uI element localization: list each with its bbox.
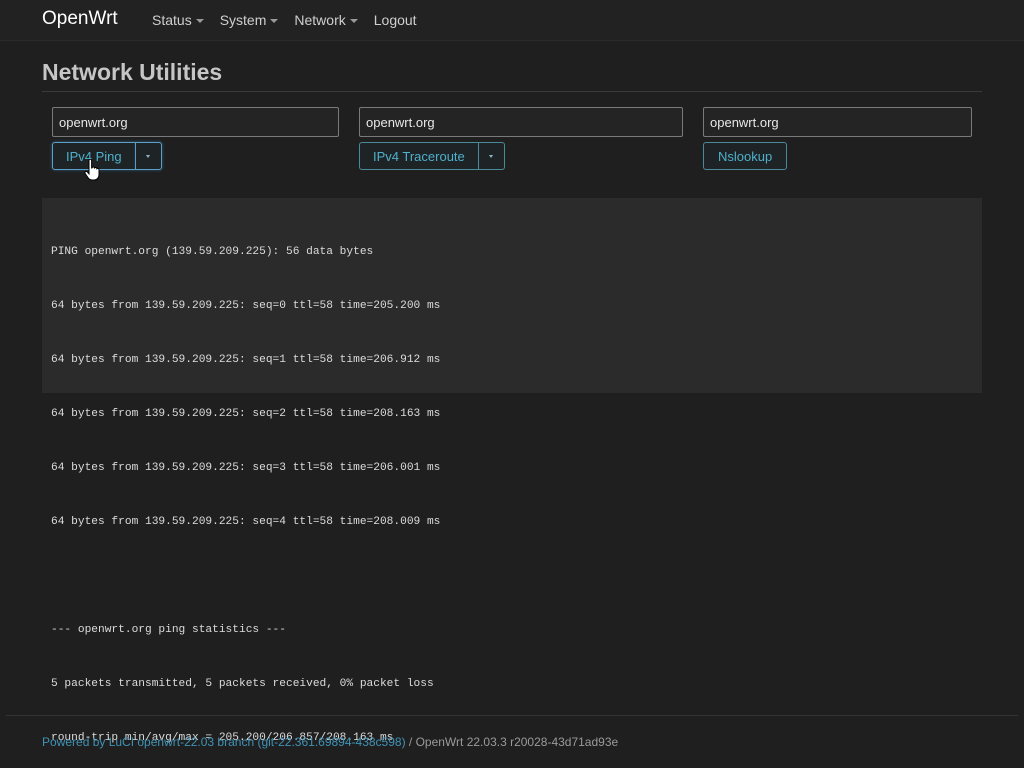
ipv4-traceroute-button[interactable]: IPv4 Traceroute	[359, 142, 479, 170]
nav-item-label: Logout	[373, 12, 417, 28]
nav-item-network[interactable]: Network	[294, 12, 358, 28]
output-line: 64 bytes from 139.59.209.225: seq=4 ttl=…	[51, 516, 441, 528]
nav-item-status[interactable]: Status	[152, 12, 204, 28]
footer: Powered by LuCI openwrt-22.03 branch (gi…	[42, 735, 618, 749]
main-menu: Status System Network Logout	[152, 12, 433, 28]
command-output: PING openwrt.org (139.59.209.225): 56 da…	[42, 198, 982, 744]
title-divider	[42, 91, 982, 92]
caret-down-icon	[146, 154, 151, 158]
output-line: 5 packets transmitted, 5 packets receive…	[51, 678, 434, 690]
output-line: 64 bytes from 139.59.209.225: seq=0 ttl=…	[51, 300, 441, 312]
openwrt-version-text: / OpenWrt 22.03.3 r20028-43d71ad93e	[405, 735, 619, 749]
caret-down-icon	[270, 18, 279, 23]
nav-item-system[interactable]: System	[220, 12, 279, 28]
footer-divider	[6, 715, 1018, 716]
caret-down-icon	[195, 18, 204, 23]
output-line: 64 bytes from 139.59.209.225: seq=1 ttl=…	[51, 354, 441, 366]
ping-protocol-dropdown[interactable]	[135, 142, 162, 170]
ping-button-group: IPv4 Ping	[52, 142, 162, 170]
nav-item-logout[interactable]: Logout	[374, 12, 417, 28]
nav-item-label: Network	[294, 12, 346, 28]
page-title: Network Utilities	[42, 59, 223, 85]
nav-item-label: System	[219, 12, 267, 28]
caret-down-icon	[489, 154, 494, 158]
hand-pointer-icon	[84, 159, 100, 181]
traceroute-button-group: IPv4 Traceroute	[359, 142, 505, 170]
nslookup-button-group: Nslookup	[703, 142, 788, 170]
ping-host-input[interactable]	[52, 107, 339, 137]
nav-item-label: Status	[152, 12, 192, 28]
traceroute-protocol-dropdown[interactable]	[478, 142, 505, 170]
brand-logo[interactable]: OpenWrt	[42, 8, 118, 30]
output-line: --- openwrt.org ping statistics ---	[51, 624, 286, 636]
traceroute-host-input[interactable]	[359, 107, 683, 137]
top-navbar: OpenWrt Status System Network Logout	[0, 0, 1024, 41]
nslookup-host-input[interactable]	[703, 107, 972, 137]
caret-down-icon	[349, 18, 358, 23]
nslookup-button[interactable]: Nslookup	[703, 142, 788, 170]
output-line: 64 bytes from 139.59.209.225: seq=2 ttl=…	[51, 408, 441, 420]
luci-version-link[interactable]: Powered by LuCI openwrt-22.03 branch (gi…	[42, 735, 406, 749]
output-line: PING openwrt.org (139.59.209.225): 56 da…	[51, 246, 374, 258]
output-line: 64 bytes from 139.59.209.225: seq=3 ttl=…	[51, 462, 441, 474]
